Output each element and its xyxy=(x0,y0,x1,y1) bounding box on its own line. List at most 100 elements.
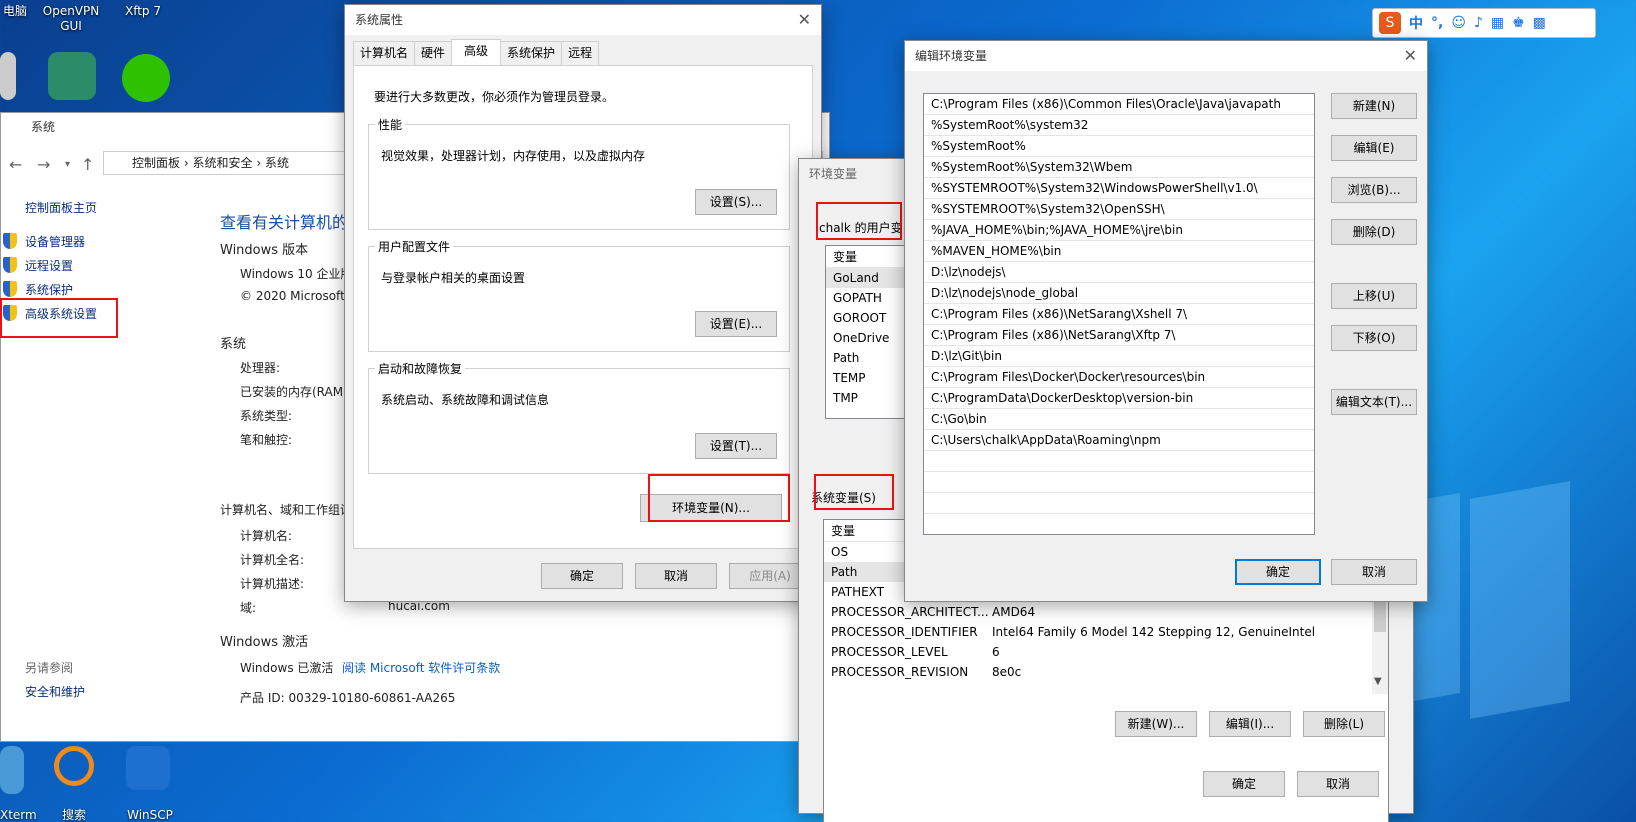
tab-advanced[interactable]: 高级 xyxy=(451,39,502,65)
back-arrow-icon[interactable]: ← xyxy=(9,155,22,174)
path-item[interactable]: C:\Program Files (x86)\NetSarang\Xshell … xyxy=(924,304,1314,325)
path-item[interactable]: C:\Users\chalk\AppData\Roaming\npm xyxy=(924,430,1314,451)
breadcrumb-system-security[interactable]: 系统和安全 xyxy=(192,156,252,170)
control-panel-home-link[interactable]: 控制面板主页 xyxy=(25,199,97,216)
desktop-label-xterm: Xterm xyxy=(0,808,37,822)
table-row[interactable]: PROCESSOR_LEVEL 6 xyxy=(824,642,1388,662)
path-list[interactable]: C:\Program Files (x86)\Common Files\Orac… xyxy=(923,93,1315,535)
keyboard-icon[interactable]: ▦ xyxy=(1491,15,1504,31)
delete-system-var-button[interactable]: 删除(L) xyxy=(1303,711,1385,737)
empty-path-row[interactable] xyxy=(924,451,1314,472)
emoji-icon[interactable]: ☺ xyxy=(1451,15,1466,31)
punctuation-icon[interactable]: °, xyxy=(1431,15,1443,31)
system-protection-link[interactable]: 系统保护 xyxy=(2,281,73,298)
breadcrumb-system[interactable]: 系统 xyxy=(265,156,289,170)
system-vars-scrollbar[interactable]: ▼ xyxy=(1372,600,1388,694)
path-new-button[interactable]: 新建(N) xyxy=(1331,93,1417,119)
recycle-bin-icon[interactable] xyxy=(0,52,16,100)
path-item[interactable]: C:\ProgramData\DockerDesktop\version-bin xyxy=(924,388,1314,409)
microphone-icon[interactable]: ♪ xyxy=(1474,15,1483,31)
tab-remote[interactable]: 远程 xyxy=(561,41,600,65)
path-browse-button[interactable]: 浏览(B)... xyxy=(1331,177,1417,203)
table-row[interactable]: PROCESSOR_IDENTIFIER Intel64 Family 6 Mod… xyxy=(824,622,1388,642)
up-arrow-icon[interactable]: ↑ xyxy=(81,155,94,174)
highlight-env-vars-button xyxy=(648,474,790,522)
var-name: PATHEXT xyxy=(831,585,885,599)
skin-icon[interactable]: ♚ xyxy=(1512,15,1525,31)
var-name: Path xyxy=(831,565,858,579)
edit-dialog-close-icon[interactable]: ✕ xyxy=(1404,41,1417,71)
license-terms-link[interactable]: 阅读 Microsoft 软件许可条款 xyxy=(342,659,500,676)
env-dialog-title-text: 环境变量 xyxy=(809,167,858,181)
path-move-down-button[interactable]: 下移(O) xyxy=(1331,325,1417,351)
path-item[interactable]: %MAVEN_HOME%\bin xyxy=(924,241,1314,262)
path-move-up-button[interactable]: 上移(U) xyxy=(1331,283,1417,309)
empty-path-row[interactable] xyxy=(924,472,1314,493)
empty-path-row[interactable] xyxy=(924,493,1314,514)
breadcrumb-control-panel[interactable]: 控制面板 xyxy=(132,156,180,170)
path-item[interactable]: %SYSTEMROOT%\System32\WindowsPowerShell\… xyxy=(924,178,1314,199)
new-system-var-button[interactable]: 新建(W)... xyxy=(1115,711,1197,737)
desktop-icon-openvpn[interactable]: OpenVPN GUI xyxy=(40,4,102,34)
highlight-system-vars-label xyxy=(814,474,894,510)
scrollbar-thumb[interactable] xyxy=(1374,602,1386,632)
toolbox-icon[interactable]: ▩ xyxy=(1533,15,1546,31)
xterm-icon[interactable] xyxy=(0,746,24,794)
table-row[interactable]: PROCESSOR_REVISION 8e0c xyxy=(824,662,1388,682)
wechat-icon[interactable] xyxy=(122,54,170,102)
edit-ok-button[interactable]: 确定 xyxy=(1235,559,1321,585)
path-edit-text-button[interactable]: 编辑文本(T)... xyxy=(1331,389,1417,415)
path-item[interactable]: %SystemRoot%\system32 xyxy=(924,115,1314,136)
security-maintenance-link[interactable]: 安全和维护 xyxy=(25,683,85,700)
path-item[interactable]: %JAVA_HOME%\bin;%JAVA_HOME%\jre\bin xyxy=(924,220,1314,241)
tab-hardware[interactable]: 硬件 xyxy=(414,41,453,65)
path-item[interactable]: D:\lz\nodejs\ xyxy=(924,262,1314,283)
path-edit-button[interactable]: 编辑(E) xyxy=(1331,135,1417,161)
ok-button[interactable]: 确定 xyxy=(541,563,623,589)
desktop-icon-xftp[interactable]: Xftp 7 xyxy=(118,4,168,19)
path-item[interactable]: C:\Program Files\Docker\Docker\resources… xyxy=(924,367,1314,388)
user-profile-text: 与登录帐户相关的桌面设置 xyxy=(381,271,526,285)
path-item[interactable]: C:\Program Files (x86)\NetSarang\Xftp 7\ xyxy=(924,325,1314,346)
path-item[interactable]: %SystemRoot%\System32\Wbem xyxy=(924,157,1314,178)
edit-cancel-button[interactable]: 取消 xyxy=(1331,559,1417,585)
startup-recovery-group: 启动和故障恢复 系统启动、系统故障和调试信息 设置(T)... xyxy=(368,360,790,474)
path-item[interactable]: C:\Go\bin xyxy=(924,409,1314,430)
dialog-title-text: 系统属性 xyxy=(355,13,404,27)
path-item[interactable]: D:\lz\nodejs\node_global xyxy=(924,283,1314,304)
performance-settings-button[interactable]: 设置(S)... xyxy=(695,189,777,215)
close-icon[interactable]: ✕ xyxy=(798,5,811,35)
ime-lang-toggle[interactable]: 中 xyxy=(1409,13,1423,33)
env-cancel-button[interactable]: 取消 xyxy=(1297,771,1379,797)
search-app-icon[interactable] xyxy=(54,746,94,786)
cancel-button[interactable]: 取消 xyxy=(635,563,717,589)
desktop-label-search: 搜索 xyxy=(61,808,86,822)
history-chevron-icon[interactable]: ▾ xyxy=(65,159,70,170)
tab-system-protection[interactable]: 系统保护 xyxy=(500,41,563,65)
path-item[interactable]: %SystemRoot% xyxy=(924,136,1314,157)
var-name: OS xyxy=(831,545,849,559)
remote-settings-link[interactable]: 远程设置 xyxy=(2,257,73,274)
env-ok-button[interactable]: 确定 xyxy=(1203,771,1285,797)
pen-touch-label: 笔和触控: xyxy=(240,433,293,447)
ime-toolbar[interactable]: S 中 °, ☺ ♪ ▦ ♚ ▩ xyxy=(1372,8,1596,38)
winscp-icon[interactable] xyxy=(126,746,170,790)
edit-system-var-button[interactable]: 编辑(I)... xyxy=(1209,711,1291,737)
startup-recovery-settings-button[interactable]: 设置(T)... xyxy=(695,433,777,459)
path-item[interactable]: C:\Program Files (x86)\Common Files\Orac… xyxy=(924,94,1314,115)
table-row[interactable]: PROCESSOR_ARCHITECT... AMD64 xyxy=(824,602,1388,622)
system-type-label: 系统类型: xyxy=(240,409,293,423)
sogou-logo-icon[interactable]: S xyxy=(1379,12,1401,34)
forward-arrow-icon[interactable]: → xyxy=(37,155,50,174)
user-profile-label: 用户配置文件 xyxy=(375,238,454,255)
tab-computer-name[interactable]: 计算机名 xyxy=(353,41,416,65)
openvpn-icon[interactable] xyxy=(48,52,96,100)
device-manager-link[interactable]: 设备管理器 xyxy=(2,233,85,250)
performance-text: 视觉效果，处理器计划，内存使用，以及虚拟内存 xyxy=(381,149,646,163)
path-item[interactable]: %SYSTEMROOT%\System32\OpenSSH\ xyxy=(924,199,1314,220)
path-delete-button[interactable]: 删除(D) xyxy=(1331,219,1417,245)
scroll-down-icon[interactable]: ▼ xyxy=(1374,676,1382,687)
desktop-icon-computer[interactable]: 电脑 xyxy=(0,4,30,19)
path-item[interactable]: D:\lz\Git\bin xyxy=(924,346,1314,367)
user-profile-settings-button[interactable]: 设置(E)... xyxy=(695,311,777,337)
